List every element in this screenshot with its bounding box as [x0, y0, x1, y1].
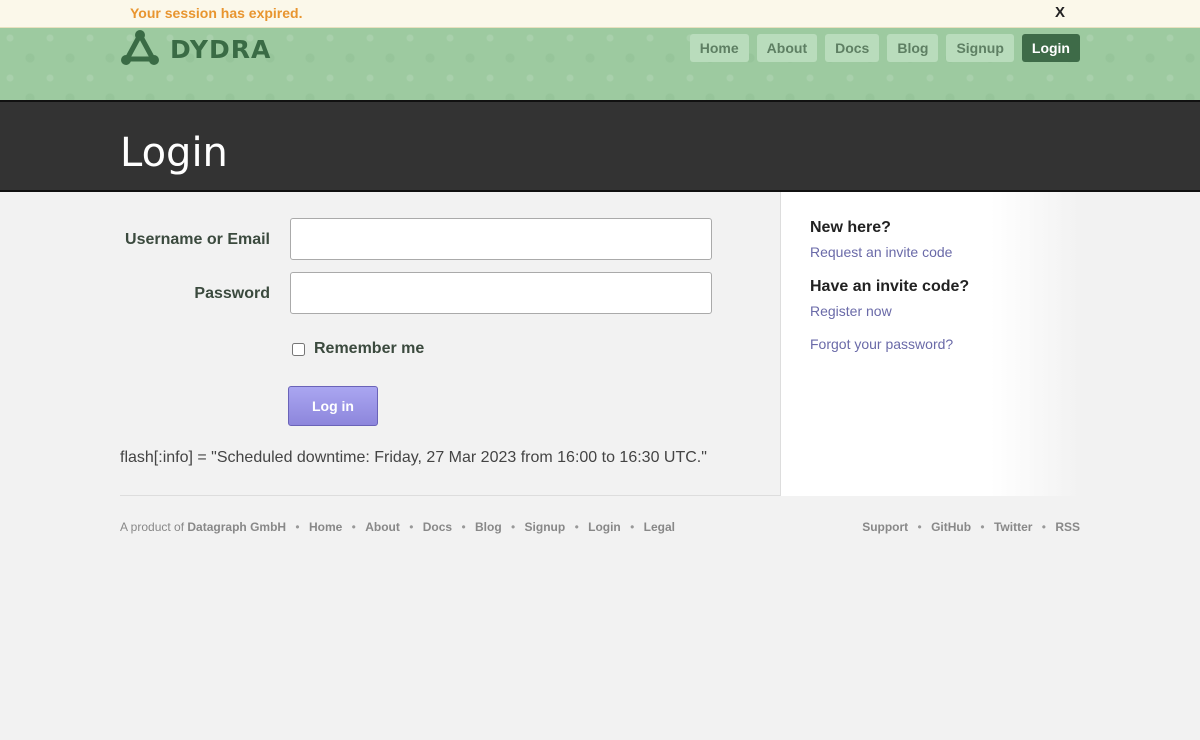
footer-separator: •	[351, 520, 356, 534]
footer-link-about[interactable]: About	[365, 520, 400, 534]
password-field[interactable]	[290, 272, 712, 314]
footer-left: A product of Datagraph GmbH • Home • Abo…	[120, 520, 675, 534]
register-now-link[interactable]: Register now	[810, 303, 892, 319]
footer-link-rss[interactable]: RSS	[1055, 520, 1080, 534]
footer-link-legal[interactable]: Legal	[644, 520, 675, 534]
dydra-logo-icon	[121, 30, 159, 65]
footer-separator: •	[1041, 520, 1046, 534]
site-header: DYDRA Home About Docs Blog Signup Login	[0, 28, 1200, 100]
logo-link[interactable]: DYDRA	[120, 30, 271, 68]
footer-link-github[interactable]: GitHub	[931, 520, 971, 534]
sidebar: New here? Request an invite code Have an…	[780, 192, 1080, 496]
invite-code-heading: Have an invite code?	[810, 278, 970, 295]
page-title: Login	[120, 130, 228, 176]
login-button[interactable]: Log in	[288, 386, 378, 426]
footer-separator: •	[295, 520, 300, 534]
request-invite-link[interactable]: Request an invite code	[810, 244, 952, 260]
nav-docs[interactable]: Docs	[825, 34, 880, 62]
footer-link-blog[interactable]: Blog	[475, 520, 502, 534]
flash-close-button[interactable]: X	[1055, 4, 1065, 21]
remember-me-checkbox[interactable]	[292, 342, 305, 356]
footer-separator: •	[409, 520, 414, 534]
footer-separator: •	[574, 520, 579, 534]
flash-info-text: flash[:info] = "Scheduled downtime: Frid…	[120, 449, 707, 466]
login-content: Username or Email Password Remember me L…	[120, 192, 1080, 496]
password-label: Password	[194, 285, 270, 302]
session-flash-bar: Your session has expired. X	[0, 0, 1200, 28]
footer-separator: •	[630, 520, 635, 534]
footer-separator: •	[511, 520, 516, 534]
footer-separator: •	[461, 520, 466, 534]
footer-company-link[interactable]: Datagraph GmbH	[187, 520, 286, 534]
footer-link-twitter[interactable]: Twitter	[994, 520, 1032, 534]
flash-message: Your session has expired.	[130, 5, 303, 21]
title-band: Login	[0, 100, 1200, 192]
forgot-password-link[interactable]: Forgot your password?	[810, 336, 953, 352]
nav-home[interactable]: Home	[689, 34, 749, 62]
footer-right: Support • GitHub • Twitter • RSS	[862, 520, 1080, 534]
footer-link-support[interactable]: Support	[862, 520, 908, 534]
brand-name: DYDRA	[170, 34, 272, 64]
main-nav: Home About Docs Blog Signup Login	[689, 34, 1080, 62]
username-field[interactable]	[290, 218, 712, 260]
remember-me-row: Remember me	[292, 340, 424, 358]
nav-login[interactable]: Login	[1021, 34, 1080, 62]
footer-link-signup[interactable]: Signup	[525, 520, 566, 534]
footer-product-prefix: A product of	[120, 520, 185, 534]
footer-link-docs[interactable]: Docs	[423, 520, 452, 534]
footer-link-login[interactable]: Login	[588, 520, 621, 534]
nav-signup[interactable]: Signup	[946, 34, 1014, 62]
new-here-heading: New here?	[810, 219, 891, 236]
nav-about[interactable]: About	[756, 34, 818, 62]
footer-separator: •	[980, 520, 985, 534]
nav-blog[interactable]: Blog	[887, 34, 939, 62]
footer-link-home[interactable]: Home	[309, 520, 342, 534]
remember-me-label[interactable]: Remember me	[314, 340, 424, 358]
username-label: Username or Email	[125, 231, 270, 248]
footer-separator: •	[917, 520, 922, 534]
